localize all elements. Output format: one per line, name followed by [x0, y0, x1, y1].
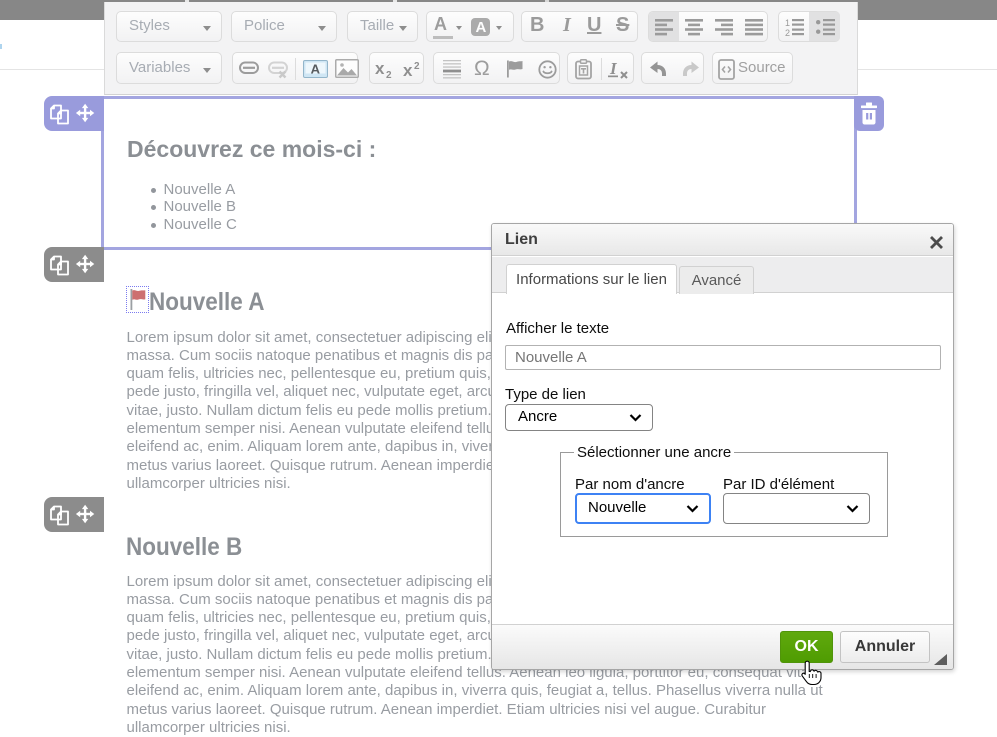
svg-text:A: A	[311, 61, 321, 76]
svg-text:x: x	[403, 61, 413, 79]
svg-text:x: x	[375, 60, 385, 78]
svg-text:2: 2	[785, 28, 790, 37]
svg-text:I: I	[609, 60, 618, 78]
svg-text:1: 1	[785, 18, 790, 28]
svg-text:2: 2	[414, 61, 420, 72]
svg-text:2: 2	[386, 70, 392, 79]
